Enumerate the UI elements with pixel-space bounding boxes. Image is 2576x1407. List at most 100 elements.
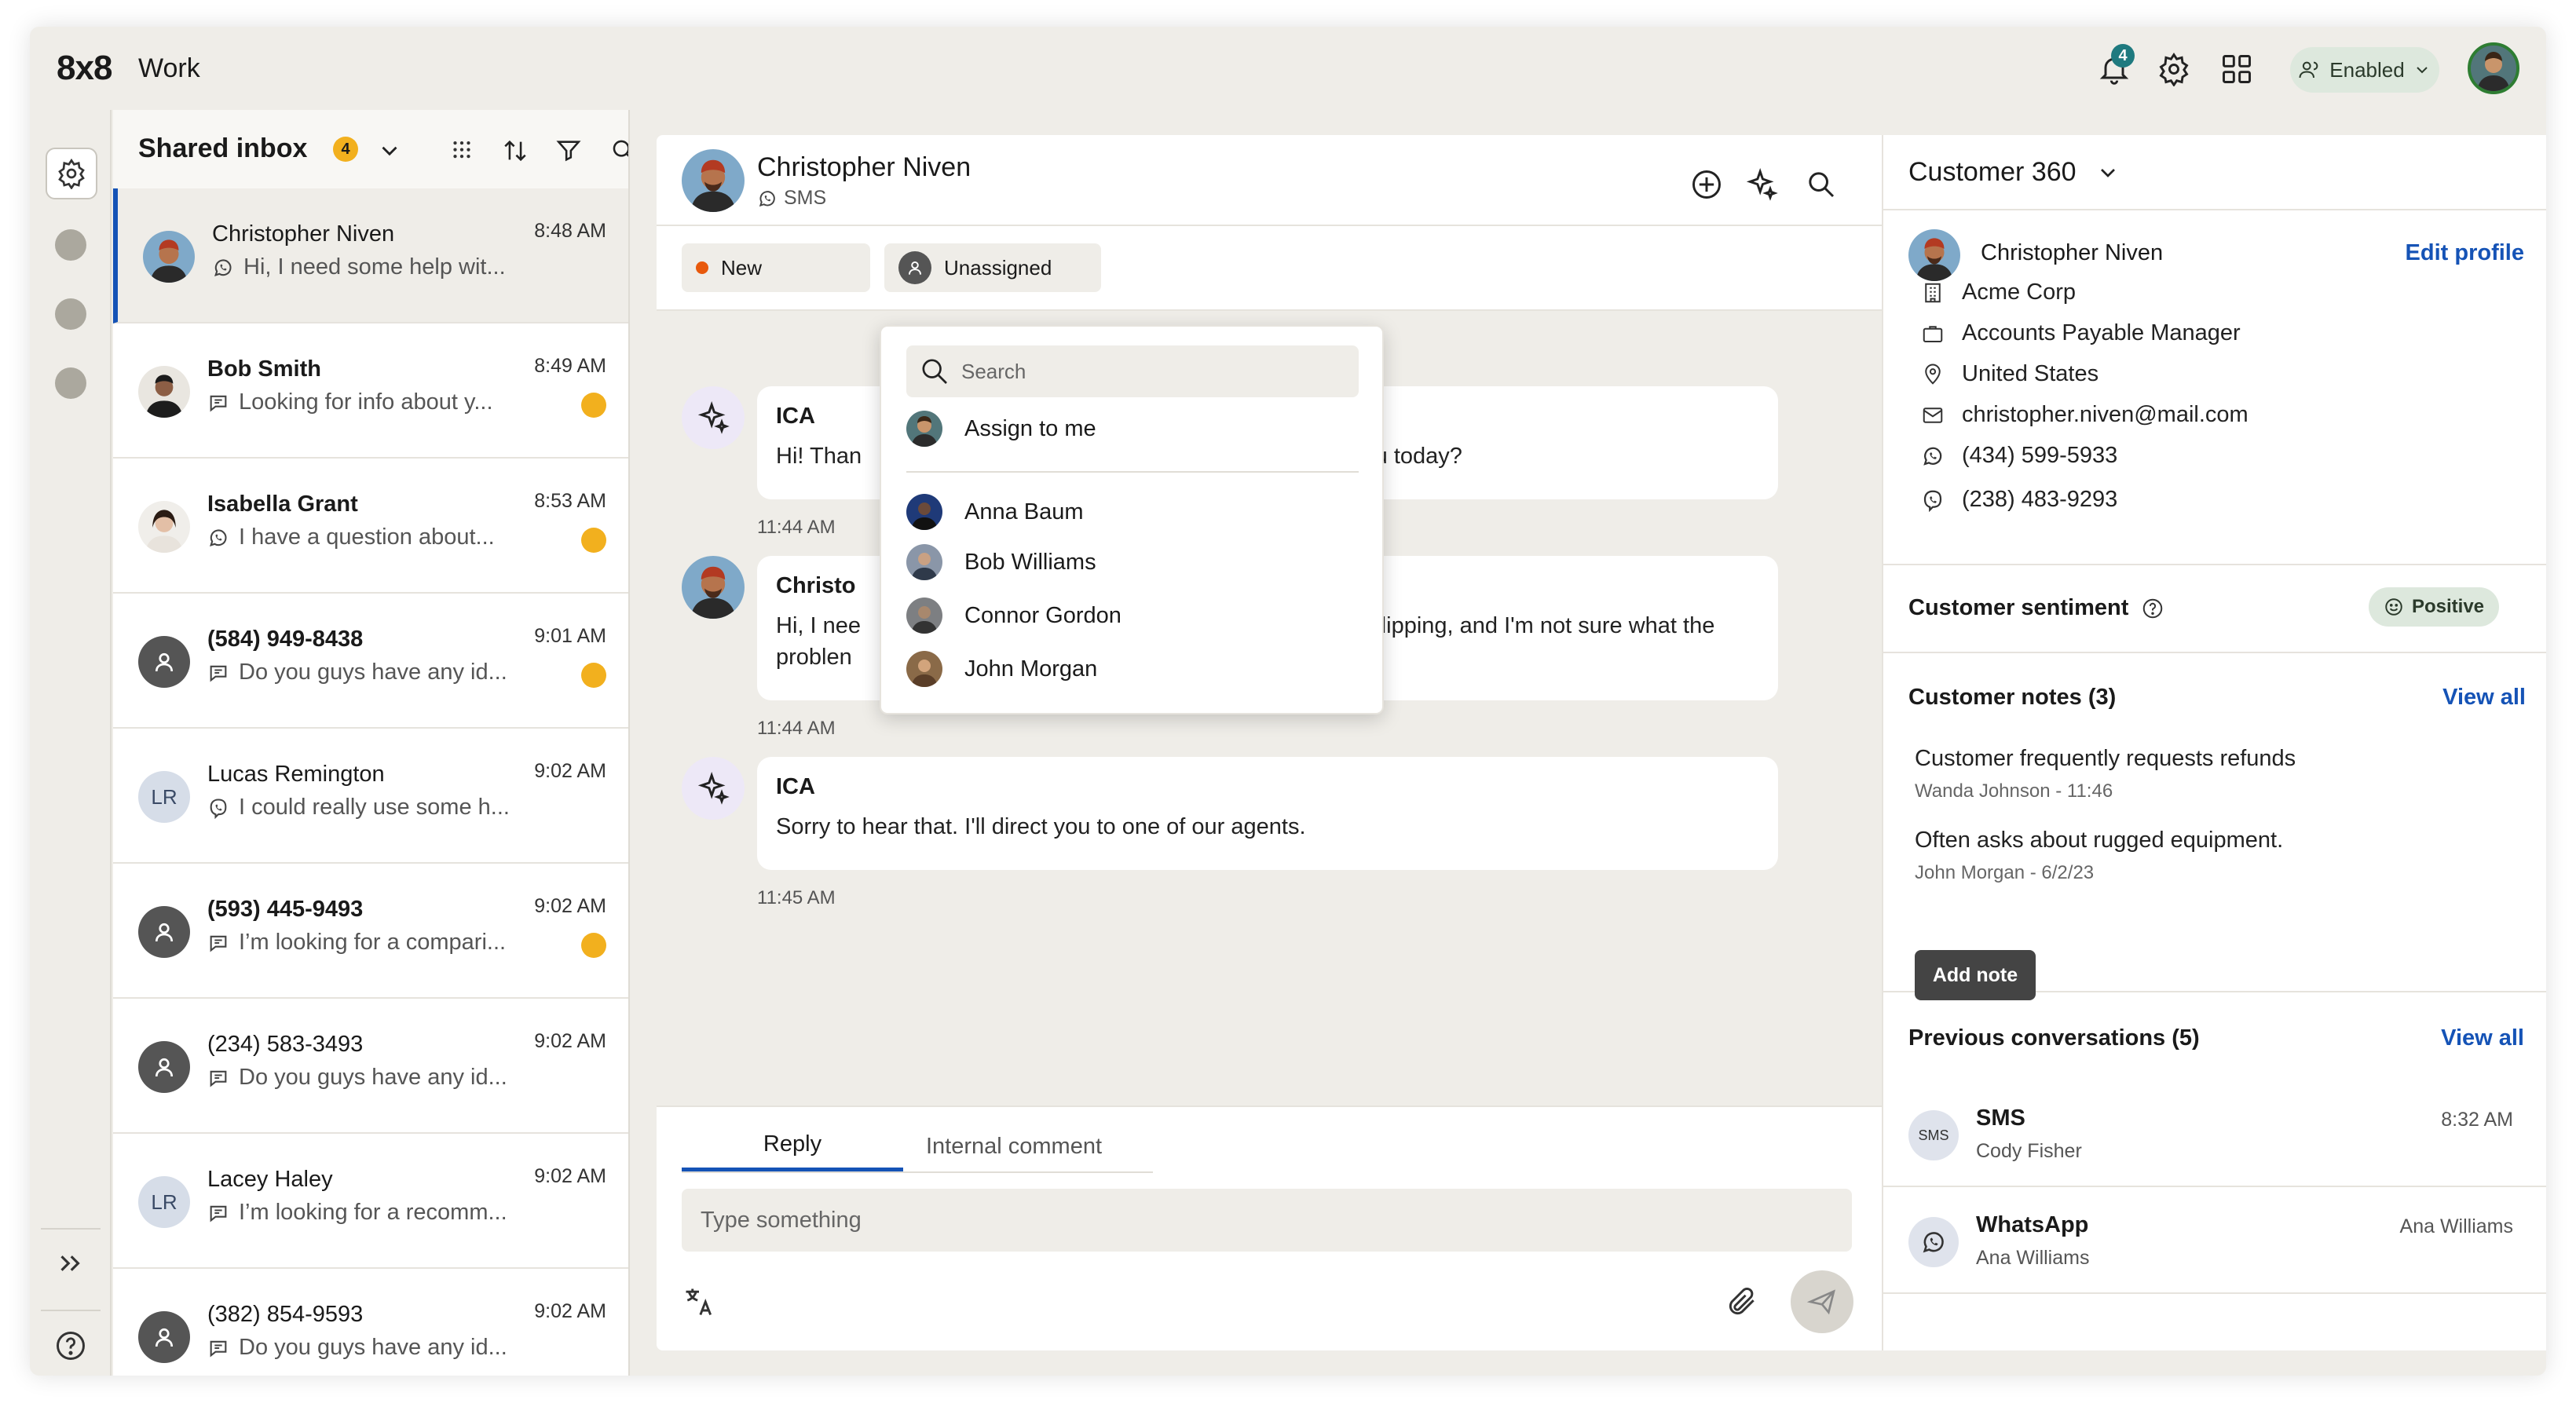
app-title: Work xyxy=(138,53,200,83)
profile-job-title: Accounts Payable Manager xyxy=(1921,320,2241,346)
agent-option[interactable]: Bob Williams xyxy=(906,539,1359,586)
notes-view-all-link[interactable]: View all xyxy=(2442,685,2526,711)
note-meta: John Morgan - 6/2/23 xyxy=(1915,862,2095,883)
inbox-title: Shared inbox xyxy=(138,133,308,163)
ai-assist-button[interactable] xyxy=(1742,165,1781,204)
person-icon xyxy=(898,251,931,284)
avatar xyxy=(906,544,942,580)
inbox-search-button[interactable] xyxy=(606,133,628,168)
expand-rail-button[interactable] xyxy=(53,1247,86,1280)
rail-item[interactable] xyxy=(55,298,86,330)
conversation-item[interactable]: (584) 949-8438 9:01 AM Do you guys have an… xyxy=(113,594,628,729)
preview-text: I’m looking for a compari... xyxy=(239,930,507,955)
tab-internal-comment[interactable]: Internal comment xyxy=(903,1121,1125,1171)
conversation-search-button[interactable] xyxy=(1802,165,1841,204)
message-text-fragment: e slipping, and I'm not sure what the xyxy=(1351,613,1715,638)
profile-phone-viber: (238) 483-9293 xyxy=(1921,487,2117,513)
settings-button[interactable] xyxy=(2152,47,2196,91)
filter-button[interactable] xyxy=(551,133,586,168)
whatsapp-icon xyxy=(212,257,234,279)
previous-view-all-link[interactable]: View all xyxy=(2441,1025,2524,1051)
briefcase-icon xyxy=(1921,322,1945,345)
phone-text[interactable]: (434) 599-5933 xyxy=(1962,443,2117,469)
chat-icon xyxy=(207,392,229,414)
option-label: Connor Gordon xyxy=(964,602,1122,628)
agent-option[interactable]: Anna Baum xyxy=(906,488,1359,535)
search-icon xyxy=(919,356,950,387)
conversation-item[interactable]: (234) 583-3493 9:02 AM Do you guys have an… xyxy=(113,999,628,1134)
phone-text[interactable]: (238) 483-9293 xyxy=(1962,487,2117,513)
sentiment-value: Positive xyxy=(2411,596,2485,617)
profile-phone-whatsapp: (434) 599-5933 xyxy=(1921,443,2117,469)
previous-conversation-item[interactable]: WhatsApp Ana Williams Ana Williams xyxy=(1883,1189,2546,1294)
inbox-selector-button[interactable] xyxy=(372,133,407,168)
message-input[interactable]: Type something xyxy=(682,1189,1852,1252)
translate-button[interactable] xyxy=(682,1285,716,1319)
agent-option[interactable]: John Morgan xyxy=(906,645,1359,693)
conversation-item[interactable]: Bob Smith 8:49 AM Looking for info about y… xyxy=(113,323,628,459)
option-label: Assign to me xyxy=(964,415,1096,441)
previous-conversation-item[interactable]: SMS SMS Cody Fisher 8:32 AM xyxy=(1883,1082,2546,1187)
ica-avatar xyxy=(682,386,745,449)
chevron-down-icon xyxy=(2095,160,2120,185)
sort-button[interactable] xyxy=(498,133,532,168)
initials-avatar: LR xyxy=(138,771,190,823)
status-dropdown[interactable]: New xyxy=(682,243,870,292)
conversation-item[interactable]: (593) 445-9493 9:02 AM I’m looking for a c… xyxy=(113,864,628,999)
assignee-search-input[interactable]: Search xyxy=(906,345,1359,397)
status-toggle[interactable]: Enabled xyxy=(2290,47,2439,93)
note-meta: Wanda Johnson - 11:46 xyxy=(1915,780,2113,802)
conversation-item[interactable]: LR Lacey Haley 9:02 AM I’m looking for a re… xyxy=(113,1134,628,1269)
email-text[interactable]: christopher.niven@mail.com xyxy=(1962,402,2249,428)
help-icon[interactable] xyxy=(2141,597,2164,620)
sparkle-icon xyxy=(696,771,730,806)
conversation-preview: Do you guys have any id... xyxy=(207,1335,507,1361)
assignee-dropdown[interactable]: Unassigned xyxy=(884,243,1101,292)
composer: Reply Internal comment Type something xyxy=(657,1106,1882,1350)
edit-profile-link[interactable]: Edit profile xyxy=(2406,240,2524,266)
app-window: 8x8 Work 4 Enabled Shared inbox 4 Christ… xyxy=(30,27,2546,1376)
send-button[interactable] xyxy=(1791,1270,1853,1333)
message-bubble: ICA Sorry to hear that. I'll direct you … xyxy=(757,757,1778,870)
customer-360-title[interactable]: Customer 360 xyxy=(1908,157,2120,188)
message-author: ICA xyxy=(776,774,815,799)
contact-name: Christopher Niven xyxy=(757,152,971,182)
conversation-item[interactable]: Isabella Grant 8:53 AM I have a question a… xyxy=(113,459,628,594)
sentiment-label: Customer sentiment xyxy=(1908,595,2129,620)
filter-icon xyxy=(555,137,582,164)
dialpad-button[interactable] xyxy=(445,133,479,168)
preview-text: Do you guys have any id... xyxy=(239,660,507,685)
chevron-down-icon xyxy=(376,137,403,164)
rail-settings-button[interactable] xyxy=(46,148,97,199)
notifications-button[interactable]: 4 xyxy=(2092,44,2136,91)
attach-button[interactable] xyxy=(1725,1285,1759,1319)
assign-to-me-option[interactable]: Assign to me xyxy=(906,405,1359,452)
sort-icon xyxy=(502,137,529,164)
help-button[interactable] xyxy=(53,1328,88,1363)
option-label: John Morgan xyxy=(964,656,1098,682)
apps-grid-button[interactable] xyxy=(2215,47,2259,91)
conversation-item[interactable]: (382) 854-9593 9:02 AM Do you guys have an… xyxy=(113,1269,628,1376)
rail-item[interactable] xyxy=(55,367,86,399)
conversation-preview: I have a question about... xyxy=(207,524,495,550)
inbox-header: Shared inbox 4 xyxy=(113,110,628,188)
rail-item[interactable] xyxy=(55,229,86,261)
search-placeholder: Search xyxy=(961,359,1026,383)
conversation-name: (382) 854-9593 xyxy=(207,1302,364,1327)
rail-divider xyxy=(41,1310,101,1311)
assignee-menu: Search Assign to me Anna Baum Bob Willia… xyxy=(880,325,1384,714)
conversation-name: (593) 445-9493 xyxy=(207,897,364,922)
person-icon xyxy=(138,1311,190,1363)
conversation-item[interactable]: Christopher Niven 8:48 AM Hi, I need some … xyxy=(113,188,628,323)
assignee-label: Unassigned xyxy=(944,255,1052,280)
user-avatar[interactable] xyxy=(2468,42,2519,94)
conversation-item[interactable]: LR Lucas Remington 9:02 AM I could really u… xyxy=(113,729,628,864)
add-button[interactable] xyxy=(1687,165,1726,204)
previous-channel: SMS xyxy=(1976,1106,2025,1131)
avatar xyxy=(138,366,190,418)
conversation-time: 9:02 AM xyxy=(534,760,606,782)
conversation-time: 8:48 AM xyxy=(534,220,606,242)
preview-text: Hi, I need some help wit... xyxy=(243,254,506,280)
tab-reply[interactable]: Reply xyxy=(682,1121,903,1171)
agent-option[interactable]: Connor Gordon xyxy=(906,592,1359,639)
